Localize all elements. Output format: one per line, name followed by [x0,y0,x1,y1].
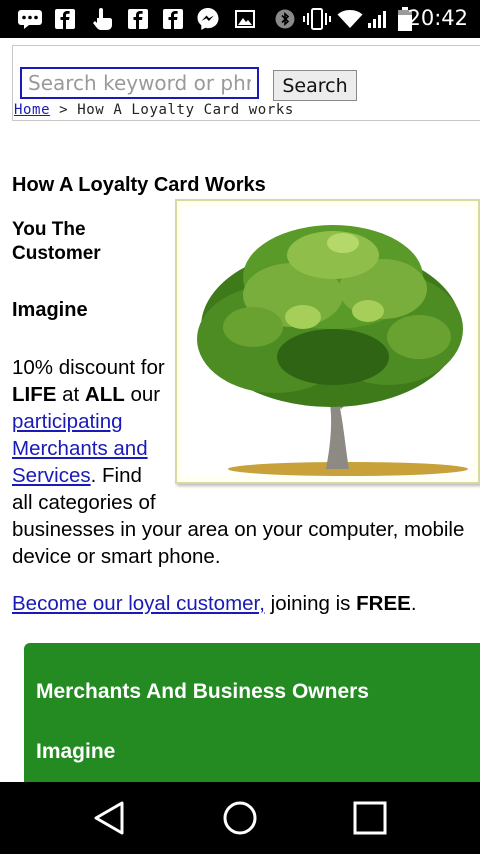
para-text-a: 10% discount for [12,356,165,379]
image-float-spacer [165,354,472,490]
free-label: FREE [356,592,411,615]
merchants-panel-imagine: Imagine [36,740,116,763]
home-icon[interactable] [218,796,262,840]
para-text-c: our [124,383,161,406]
join-period: . [410,592,417,615]
search-input[interactable] [20,67,259,99]
status-bar: 20:42 [0,0,480,38]
breadcrumb-separator: > [59,102,69,118]
merchants-panel: Merchants And Business Owners Imagine [24,643,480,803]
breadcrumb: Home > How A Loyalty Card works [14,102,294,118]
facebook-icon [54,7,76,31]
join-text: joining is [264,592,357,615]
hand-touch-icon [90,7,114,31]
recents-icon[interactable] [348,796,392,840]
discount-paragraph: 10% discount for LIFE at ALL our partici… [12,354,472,570]
facebook-icon [162,7,184,31]
clock: 20:42 [407,6,468,30]
chat-bubble-icon [16,7,44,31]
signal-icon [366,7,390,31]
facebook-icon [127,7,149,31]
para-text-b: at [56,383,85,406]
merchants-panel-title: Merchants And Business Owners [36,680,369,703]
join-line: Become our loyal customer, joining is FR… [12,592,417,616]
back-icon[interactable] [87,796,131,840]
section-subtitle: You The Customer [12,219,101,264]
navigation-bar [0,782,480,854]
search-button[interactable]: Search [273,70,357,101]
imagine-heading: Imagine [12,299,88,321]
site-header: Search Home > How A Loyalty Card works [12,45,480,121]
page-title: How A Loyalty Card Works [12,174,266,196]
gallery-icon [234,7,256,31]
wifi-icon [336,7,364,31]
breadcrumb-current: How A Loyalty Card works [77,102,294,118]
bluetooth-icon [274,7,296,31]
vibrate-icon [303,7,331,31]
para-life: LIFE [12,383,57,406]
para-all: ALL [84,383,125,406]
messenger-icon [195,7,221,31]
become-customer-link[interactable]: Become our loyal customer, [12,592,265,615]
breadcrumb-home-link[interactable]: Home [14,102,50,118]
